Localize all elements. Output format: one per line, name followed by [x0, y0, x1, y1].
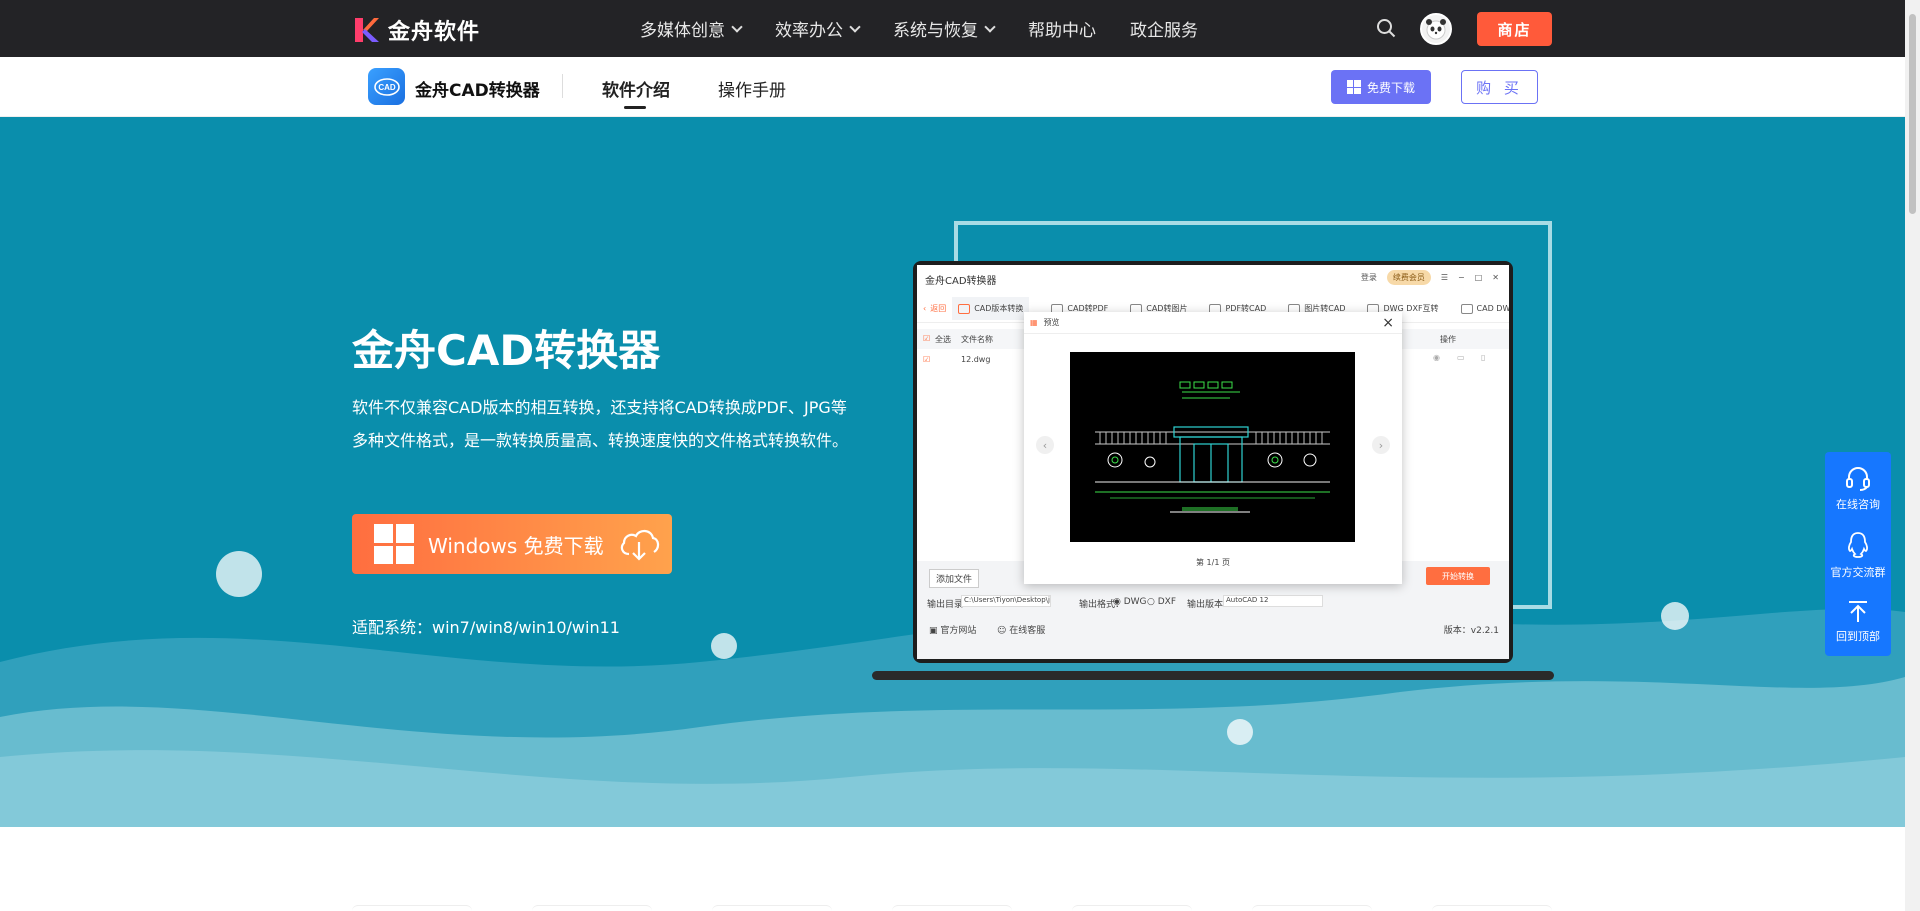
checkbox-icon: ☑ [923, 355, 931, 364]
decorative-dot [1661, 602, 1689, 630]
close-icon: ✕ [1492, 273, 1499, 282]
app-tab-back: ‹ 返回 [923, 304, 947, 313]
format-radio-dxf: ○ DXF [1147, 597, 1176, 607]
decorative-dot [216, 551, 262, 597]
hero-title: 金舟CAD转换器 [352, 326, 661, 375]
nav-item-office[interactable]: 效率办公 [775, 16, 861, 41]
brand-k-icon [355, 18, 379, 42]
format-radio-dwg: ◉ DWG [1113, 597, 1147, 607]
product-name: 金舟CAD转换器 [415, 81, 540, 101]
maximize-icon: □ [1474, 273, 1483, 282]
chevron-down-icon [849, 20, 861, 33]
chevron-down-icon [731, 20, 743, 33]
nav-item-enterprise[interactable]: 政企服务 [1130, 16, 1198, 41]
svg-text:CAD: CAD [378, 83, 396, 92]
windows-icon [1346, 80, 1361, 94]
panda-avatar-icon [1426, 19, 1446, 40]
windows-download-button[interactable]: Windows 免费下载 [352, 514, 672, 574]
cad-icon: CAD [373, 77, 400, 96]
start-convert-button: 开始转换 [1426, 567, 1490, 585]
arrow-up-icon [1849, 601, 1867, 622]
minimize-icon: − [1458, 273, 1465, 282]
app-window: 金舟CAD转换器 登录 续费会员 ☰ − □ ✕ ‹ 返回 CAD版本转换 CA… [917, 265, 1509, 659]
floating-service-panel: 在线咨询 官方交流群 回到顶部 [1825, 452, 1891, 656]
hero-description: 软件不仅兼容CAD版本的相互转换，还支持将CAD转换成PDF、JPG等多种文件格… [352, 398, 849, 450]
tab-software-intro[interactable]: 软件介绍 [602, 76, 670, 109]
login-label: 登录 [1360, 273, 1377, 282]
eye-icon: ◉ [1433, 353, 1440, 362]
search-icon[interactable] [1376, 18, 1396, 38]
divider [562, 74, 563, 98]
output-version-select: AutoCAD 12 [1223, 595, 1323, 607]
chevron-left-icon: ‹ [1036, 436, 1054, 454]
checkbox-icon: ☑ [923, 334, 931, 343]
official-group-button[interactable]: 官方交流群 [1825, 530, 1891, 580]
qq-icon [1848, 532, 1868, 558]
preview-dialog: ▦ 预览 × ‹ › 第 1/1 页 [1024, 312, 1402, 584]
user-avatar[interactable] [1420, 13, 1452, 45]
headset-icon [1846, 467, 1870, 491]
app-screenshot: 金舟CAD转换器 登录 续费会员 ☰ − □ ✕ ‹ 返回 CAD版本转换 CA… [913, 261, 1513, 663]
app-tab-cad-dwf: CAD DWF互转 [1460, 303, 1509, 314]
brand-logo[interactable]: 金舟软件 [352, 14, 480, 46]
menu-icon: ☰ [1440, 273, 1449, 282]
output-dir-field: C:\Users\Tiyon\Desktop\j [961, 595, 1051, 607]
chevron-down-icon [984, 20, 996, 33]
cad-drawing-preview [1070, 352, 1355, 542]
laptop-base [872, 671, 1554, 680]
active-tab-indicator [624, 106, 646, 109]
brand-name: 金舟软件 [388, 20, 481, 45]
close-icon: × [1382, 315, 1394, 331]
vip-badge: 续费会员 [1386, 270, 1431, 285]
main-nav: 多媒体创意 效率办公 系统与恢复 帮助中心 政企服务 [640, 0, 1198, 57]
folder-icon: ▭ [1457, 353, 1465, 362]
free-download-button[interactable]: 免费下载 [1331, 70, 1431, 104]
app-window-controls: 登录 续费会员 ☰ − □ ✕ [1361, 270, 1499, 285]
next-section-hint [352, 905, 1552, 911]
shop-button[interactable]: 商店 [1477, 12, 1552, 46]
buy-button[interactable]: 购 买 [1461, 70, 1538, 104]
cad-product-logo: CAD [368, 68, 405, 105]
preview-header: ▦ 预览 [1024, 312, 1402, 334]
trash-icon: ▯ [1481, 353, 1486, 362]
decorative-dot [711, 633, 737, 659]
system-compatibility: 适配系统：win7/win8/win10/win11 [352, 618, 620, 637]
hero-section: 金舟CAD转换器 软件不仅兼容CAD版本的相互转换，还支持将CAD转换成PDF、… [0, 117, 1905, 827]
app-tab-version: CAD版本转换 [952, 297, 1030, 320]
tab-manual[interactable]: 操作手册 [718, 76, 786, 101]
app-title: 金舟CAD转换器 [925, 276, 997, 287]
online-support-link: ☺ 在线客服 [997, 626, 1046, 636]
page-indicator: 第 1/1 页 [1196, 558, 1230, 567]
nav-item-help-center[interactable]: 帮助中心 [1028, 16, 1096, 41]
back-to-top-button[interactable]: 回到顶部 [1825, 598, 1891, 644]
vertical-scrollbar[interactable] [1905, 0, 1920, 911]
add-file-button: 添加文件 [929, 569, 980, 588]
official-site-link: ▣ 官方网站 [929, 626, 977, 636]
preview-icon: ▦ [1030, 318, 1038, 327]
chevron-right-icon: › [1372, 436, 1390, 454]
product-subnav: CAD 金舟CAD转换器 软件介绍 操作手册 免费下载 购 买 [0, 57, 1905, 117]
decorative-dot [1227, 719, 1253, 745]
nav-item-multimedia[interactable]: 多媒体创意 [640, 16, 743, 41]
scrollbar-thumb[interactable] [1909, 14, 1916, 214]
top-navigation-bar: 金舟软件 多媒体创意 效率办公 系统与恢复 帮助中心 政企服务 商店 [0, 0, 1905, 57]
online-consult-button[interactable]: 在线咨询 [1825, 464, 1891, 512]
windows-logo-icon [374, 524, 414, 564]
nav-item-system-recovery[interactable]: 系统与恢复 [893, 16, 996, 41]
cloud-download-icon [620, 529, 659, 561]
